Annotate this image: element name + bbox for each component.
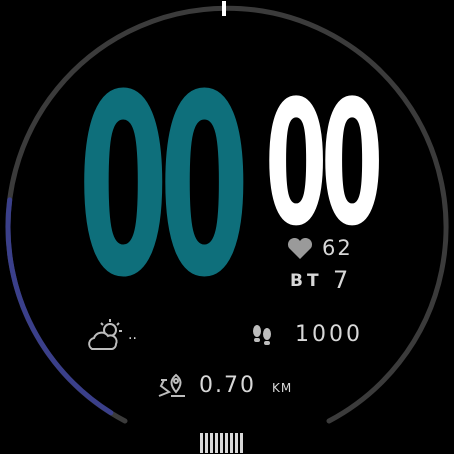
footprints-icon <box>253 325 271 345</box>
partly-cloudy-icon <box>88 319 122 350</box>
distance-unit: KM <box>272 381 293 395</box>
location-route-icon <box>158 373 185 397</box>
bt-value: 7 <box>333 266 349 294</box>
heart-icon <box>287 238 313 259</box>
distance-value: 0.70 <box>199 373 256 398</box>
bt-label: BT <box>290 271 323 291</box>
hours-display: 00 <box>78 41 250 332</box>
minutes-display: 00 <box>265 63 383 264</box>
top-marker <box>222 1 226 16</box>
heart-rate-value: 62 <box>322 236 353 260</box>
watch-face: 00 00 62 BT 7 .. 1000 0.70 KM <box>0 0 454 454</box>
weather-value: .. <box>128 327 137 343</box>
steps-value: 1000 <box>295 322 363 347</box>
battery-icon <box>200 433 243 453</box>
